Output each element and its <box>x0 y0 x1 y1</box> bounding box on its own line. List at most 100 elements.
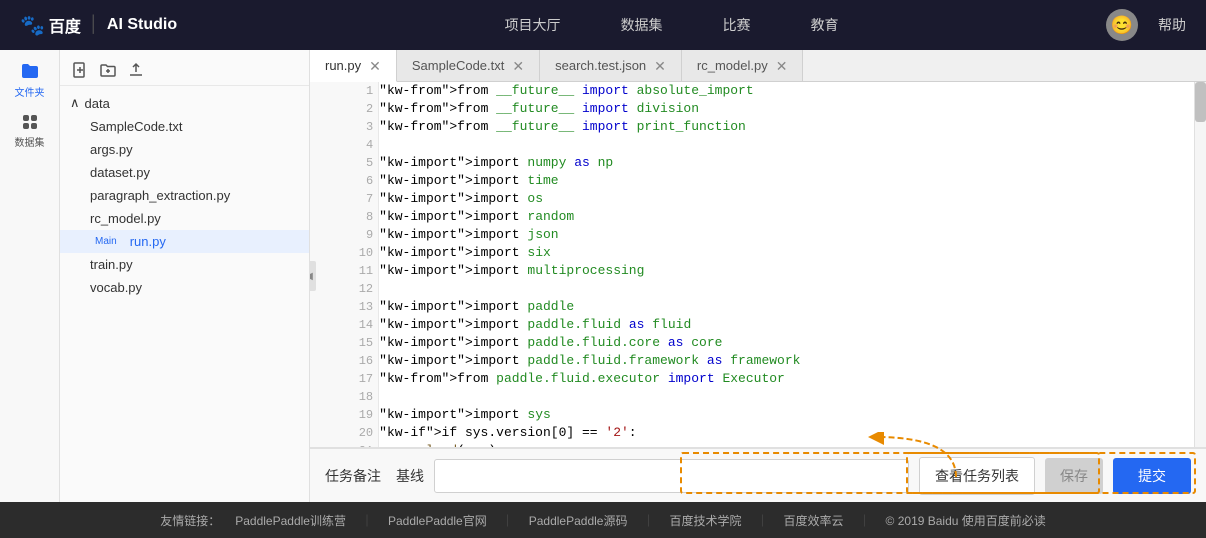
logo-product: AI Studio <box>107 16 177 34</box>
footer-link-1[interactable]: PaddlePaddle训练营 <box>235 512 346 529</box>
editor-tabs: run.py ✕ SampleCode.txt ✕ search.test.js… <box>310 50 1206 82</box>
grid-icon <box>20 112 40 132</box>
file-train[interactable]: train.py <box>60 253 309 276</box>
folder-arrow-icon: ∧ <box>70 95 80 111</box>
file-tree-toolbar <box>60 55 309 86</box>
line-number: 20 <box>354 426 378 440</box>
nav-education[interactable]: 教育 <box>811 15 839 35</box>
sidebar-files-label: 文件夹 <box>15 84 45 99</box>
line-number: 18 <box>354 390 378 404</box>
sidebar-item-files[interactable]: 文件夹 <box>10 60 50 100</box>
line-number: 6 <box>361 174 378 188</box>
tab-samplecode-label: SampleCode.txt <box>412 58 505 73</box>
table-row: 20"kw-if">if sys.version[0] == '2': <box>310 424 1206 442</box>
file-samplecode[interactable]: SampleCode.txt <box>60 115 309 138</box>
nav-datasets[interactable]: 数据集 <box>621 15 663 35</box>
tab-samplecode-close[interactable]: ✕ <box>512 59 524 73</box>
line-number: 2 <box>361 102 378 116</box>
task-input[interactable] <box>434 459 909 493</box>
view-tasks-button[interactable]: 查看任务列表 <box>919 457 1035 495</box>
file-tree: ∧ data SampleCode.txt args.py dataset.py… <box>60 50 310 502</box>
help-link[interactable]: 帮助 <box>1158 15 1186 35</box>
table-row: 2"kw-from">from __future__ import divisi… <box>310 100 1206 118</box>
tab-runpy[interactable]: run.py ✕ <box>310 50 397 82</box>
table-row: 1"kw-from">from __future__ import absolu… <box>310 82 1206 100</box>
tab-runpy-label: run.py <box>325 58 361 73</box>
save-button[interactable]: 保存 <box>1045 458 1103 494</box>
table-row: 7"kw-import">import os <box>310 190 1206 208</box>
file-args[interactable]: args.py <box>60 138 309 161</box>
collapse-panel-btn[interactable]: ◀ <box>310 261 316 291</box>
sidebar: 文件夹 数据集 <box>0 50 60 502</box>
file-rcmodel[interactable]: rc_model.py <box>60 207 309 230</box>
table-row: 4 <box>310 136 1206 154</box>
new-file-btn[interactable] <box>70 60 90 80</box>
new-folder-icon <box>100 62 116 78</box>
file-runpy[interactable]: Main run.py <box>60 230 309 253</box>
table-row: 12 <box>310 280 1206 298</box>
file-vocab[interactable]: vocab.py <box>60 276 309 299</box>
logo-sep: │ <box>89 16 99 34</box>
tab-runpy-close[interactable]: ✕ <box>369 59 381 73</box>
folder-data-label: data <box>85 96 110 111</box>
line-number: 12 <box>354 282 378 296</box>
file-dataset[interactable]: dataset.py <box>60 161 309 184</box>
main-area: 文件夹 数据集 <box>0 50 1206 502</box>
table-row: 5"kw-import">import numpy as np <box>310 154 1206 172</box>
tab-search[interactable]: search.test.json ✕ <box>540 50 682 81</box>
header: 🐾 百度 │ AI Studio 项目大厅 数据集 比赛 教育 😊 帮助 <box>0 0 1206 50</box>
footer-link-5[interactable]: 百度效率云 <box>784 512 844 529</box>
table-row: 9"kw-import">import json <box>310 226 1206 244</box>
main-nav: 项目大厅 数据集 比赛 教育 <box>237 15 1106 35</box>
nav-projects[interactable]: 项目大厅 <box>505 15 561 35</box>
line-number: 15 <box>354 336 378 350</box>
table-row: 8"kw-import">import random <box>310 208 1206 226</box>
line-number: 17 <box>354 372 378 386</box>
folder-data[interactable]: ∧ data <box>60 91 309 115</box>
file-args-label: args.py <box>90 142 133 157</box>
table-row: 14"kw-import">import paddle.fluid as flu… <box>310 316 1206 334</box>
avatar[interactable]: 😊 <box>1106 9 1138 41</box>
file-vocab-label: vocab.py <box>90 280 142 295</box>
scrollbar-thumb[interactable] <box>1195 82 1206 122</box>
table-row: 15"kw-import">import paddle.fluid.core a… <box>310 334 1206 352</box>
footer-link-3[interactable]: PaddlePaddle源码 <box>529 512 628 529</box>
table-row: 16"kw-import">import paddle.fluid.framew… <box>310 352 1206 370</box>
line-number: 8 <box>361 210 378 224</box>
sidebar-item-datasets[interactable]: 数据集 <box>10 110 50 150</box>
new-folder-btn[interactable] <box>98 60 118 80</box>
line-number: 16 <box>354 354 378 368</box>
table-row: 18 <box>310 388 1206 406</box>
file-dataset-label: dataset.py <box>90 165 150 180</box>
tab-rcmodel-close[interactable]: ✕ <box>776 59 788 73</box>
sidebar-datasets-label: 数据集 <box>15 134 45 149</box>
code-editor[interactable]: 1"kw-from">from __future__ import absolu… <box>310 82 1206 447</box>
footer-link-2[interactable]: PaddlePaddle官网 <box>388 512 487 529</box>
table-row: 11"kw-import">import multiprocessing <box>310 262 1206 280</box>
table-row: 6"kw-import">import time <box>310 172 1206 190</box>
tab-rcmodel[interactable]: rc_model.py ✕ <box>682 50 804 81</box>
line-number: 9 <box>361 228 378 242</box>
upload-icon <box>128 62 144 78</box>
nav-competitions[interactable]: 比赛 <box>723 15 751 35</box>
footer-link-4[interactable]: 百度技术学院 <box>669 512 741 529</box>
table-row: 17"kw-from">from paddle.fluid.executor i… <box>310 370 1206 388</box>
file-paragraph[interactable]: paragraph_extraction.py <box>60 184 309 207</box>
task-label: 任务备注 <box>325 466 381 486</box>
file-samplecode-label: SampleCode.txt <box>90 119 183 134</box>
scrollbar-right[interactable] <box>1194 82 1206 447</box>
baseline-label: 基线 <box>396 466 424 486</box>
upload-btn[interactable] <box>126 60 146 80</box>
tab-search-close[interactable]: ✕ <box>654 59 666 73</box>
footer: 友情链接： PaddlePaddle训练营 ｜ PaddlePaddle官网 ｜… <box>0 502 1206 538</box>
logo-paw-icon: 🐾 <box>20 13 45 38</box>
tab-rcmodel-label: rc_model.py <box>697 58 768 73</box>
line-number: 5 <box>361 156 378 170</box>
editor-area: ◀ run.py ✕ SampleCode.txt ✕ search.test.… <box>310 50 1206 502</box>
folder-icon <box>20 62 40 82</box>
table-row: 13"kw-import">import paddle <box>310 298 1206 316</box>
line-number: 11 <box>354 264 378 278</box>
footer-copyright: © 2019 Baidu 使用百度前必读 <box>886 512 1046 529</box>
submit-button[interactable]: 提交 <box>1113 458 1191 494</box>
tab-samplecode[interactable]: SampleCode.txt ✕ <box>397 50 540 81</box>
